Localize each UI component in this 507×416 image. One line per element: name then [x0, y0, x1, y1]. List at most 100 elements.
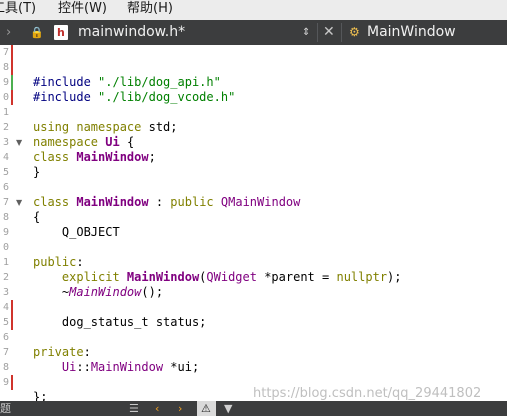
- code-line: 1: [0, 105, 507, 120]
- identifier: std;: [141, 120, 178, 134]
- filter-icon[interactable]: ▼: [224, 401, 232, 416]
- class-symbol-icon: ⚙: [349, 25, 360, 39]
- line-number: 1: [2, 257, 9, 268]
- code-line: 9 Q_OBJECT: [0, 225, 507, 240]
- previous-item-icon[interactable]: ‹: [155, 401, 159, 416]
- code-text[interactable]: using namespace std;: [33, 120, 178, 135]
- menu-help[interactable]: 帮助(H): [127, 0, 173, 20]
- code-line: 7: [0, 45, 507, 60]
- saved-change-marker: [11, 75, 13, 90]
- editor-toolbar: › 🔒 h mainwindow.h* ⇕ ✕ ⚙ MainWindow: [0, 20, 507, 45]
- line-number: 5: [2, 317, 9, 328]
- code-line: 4: [0, 300, 507, 315]
- line-number: 0: [2, 242, 9, 253]
- punctuation: :: [83, 345, 91, 359]
- string-literal: "./lib/dog_vcode.h": [98, 90, 236, 104]
- menu-bar: 工具(T) 控件(W) 帮助(H): [0, 0, 507, 20]
- fold-arrow-icon[interactable]: ▼: [16, 135, 22, 150]
- warning-filter-button[interactable]: ⚠: [197, 401, 216, 416]
- issues-tab-label[interactable]: 题: [0, 401, 11, 416]
- code-text[interactable]: ~MainWindow();: [33, 285, 163, 300]
- line-number: 4: [2, 302, 9, 313]
- menu-controls[interactable]: 控件(W): [58, 0, 107, 20]
- code-text[interactable]: namespace Ui {: [33, 135, 134, 150]
- base-class-name: QMainWindow: [220, 195, 301, 209]
- punctuation: );: [387, 270, 402, 284]
- code-line: 8: [0, 60, 507, 75]
- code-line: 7 private:: [0, 345, 507, 360]
- code-text[interactable]: class MainWindow : public QMainWindow: [33, 195, 300, 210]
- class-name: MainWindow: [76, 150, 149, 164]
- code-line: 8 Ui::MainWindow *ui;: [0, 360, 507, 375]
- member-declaration: *ui;: [163, 360, 200, 374]
- close-document-icon[interactable]: ✕: [323, 20, 335, 45]
- line-number: 6: [2, 332, 9, 343]
- line-number: 6: [2, 182, 9, 193]
- code-text[interactable]: private:: [33, 345, 91, 360]
- class-name: MainWindow: [76, 195, 149, 209]
- code-text[interactable]: Q_OBJECT: [33, 225, 120, 240]
- line-number: 3: [2, 137, 9, 148]
- constructor-name: MainWindow: [126, 270, 200, 284]
- code-line: 2 explicit MainWindow(QWidget *parent = …: [0, 270, 507, 285]
- keyword: class: [33, 195, 70, 209]
- code-text[interactable]: public:: [33, 255, 84, 270]
- keyword: class: [33, 150, 70, 164]
- open-file-selector[interactable]: mainwindow.h*: [78, 20, 185, 45]
- keyword: private: [33, 345, 84, 359]
- code-text[interactable]: }: [33, 165, 40, 180]
- symbol-selector[interactable]: MainWindow: [367, 20, 456, 45]
- next-item-icon[interactable]: ›: [178, 401, 182, 416]
- code-editor[interactable]: 7 8 9 #include "./lib/dog_api.h" 0 #incl…: [0, 45, 507, 401]
- code-line: 4 class MainWindow;: [0, 150, 507, 165]
- line-number: 4: [2, 152, 9, 163]
- line-number: 7: [2, 347, 9, 358]
- change-marker: [11, 60, 13, 75]
- change-marker: [11, 375, 13, 390]
- code-text[interactable]: };: [33, 390, 47, 401]
- code-text[interactable]: class MainWindow;: [33, 150, 156, 165]
- line-number: 7: [2, 197, 9, 208]
- header-file-letter: h: [57, 26, 65, 39]
- lock-icon[interactable]: 🔒: [30, 20, 44, 45]
- line-number: 1: [2, 107, 9, 118]
- fold-arrow-icon[interactable]: ▼: [16, 195, 22, 210]
- file-list-updown-icon[interactable]: ⇕: [302, 20, 314, 45]
- change-marker: [11, 315, 13, 330]
- line-number: 8: [2, 362, 9, 373]
- line-number: 3: [2, 287, 9, 298]
- code-line: 6: [0, 330, 507, 345]
- navigate-forward-icon[interactable]: ›: [6, 20, 16, 45]
- code-line: 7 ▼ class MainWindow : public QMainWindo…: [0, 195, 507, 210]
- header-file-icon: h: [54, 25, 68, 40]
- code-text[interactable]: explicit MainWindow(QWidget *parent = nu…: [33, 270, 402, 285]
- punctuation: ~: [33, 285, 70, 299]
- punctuation: :: [76, 255, 84, 269]
- code-text[interactable]: dog_status_t status;: [33, 315, 207, 330]
- list-icon[interactable]: ☰: [129, 401, 139, 416]
- line-number: 0: [2, 92, 9, 103]
- code-text[interactable]: #include "./lib/dog_api.h": [33, 75, 221, 90]
- line-number: 9: [2, 377, 9, 388]
- namespace-name: Ui: [33, 360, 77, 374]
- preprocessor-directive: #include: [33, 90, 99, 104]
- punctuation: :: [148, 195, 171, 209]
- class-name: MainWindow: [90, 360, 164, 374]
- keyword: public: [33, 255, 77, 269]
- code-line: 0: [0, 240, 507, 255]
- line-number: 9: [2, 77, 9, 88]
- punctuation: {: [119, 135, 135, 149]
- output-pane-bar: 题 ☰ ‹ › ⚠ ▼: [0, 401, 507, 416]
- code-line: 8 {: [0, 210, 507, 225]
- code-text[interactable]: {: [33, 210, 40, 225]
- punctuation: ;: [148, 150, 156, 164]
- change-marker: [11, 300, 13, 315]
- line-number: 2: [2, 272, 9, 283]
- keyword: namespace: [33, 135, 99, 149]
- code-text[interactable]: Ui::MainWindow *ui;: [33, 360, 199, 375]
- keyword: explicit: [33, 270, 127, 284]
- menu-tools[interactable]: 工具(T): [0, 0, 36, 20]
- line-number: 7: [2, 47, 9, 58]
- toolbar-divider: [317, 23, 318, 42]
- code-text[interactable]: #include "./lib/dog_vcode.h": [33, 90, 235, 105]
